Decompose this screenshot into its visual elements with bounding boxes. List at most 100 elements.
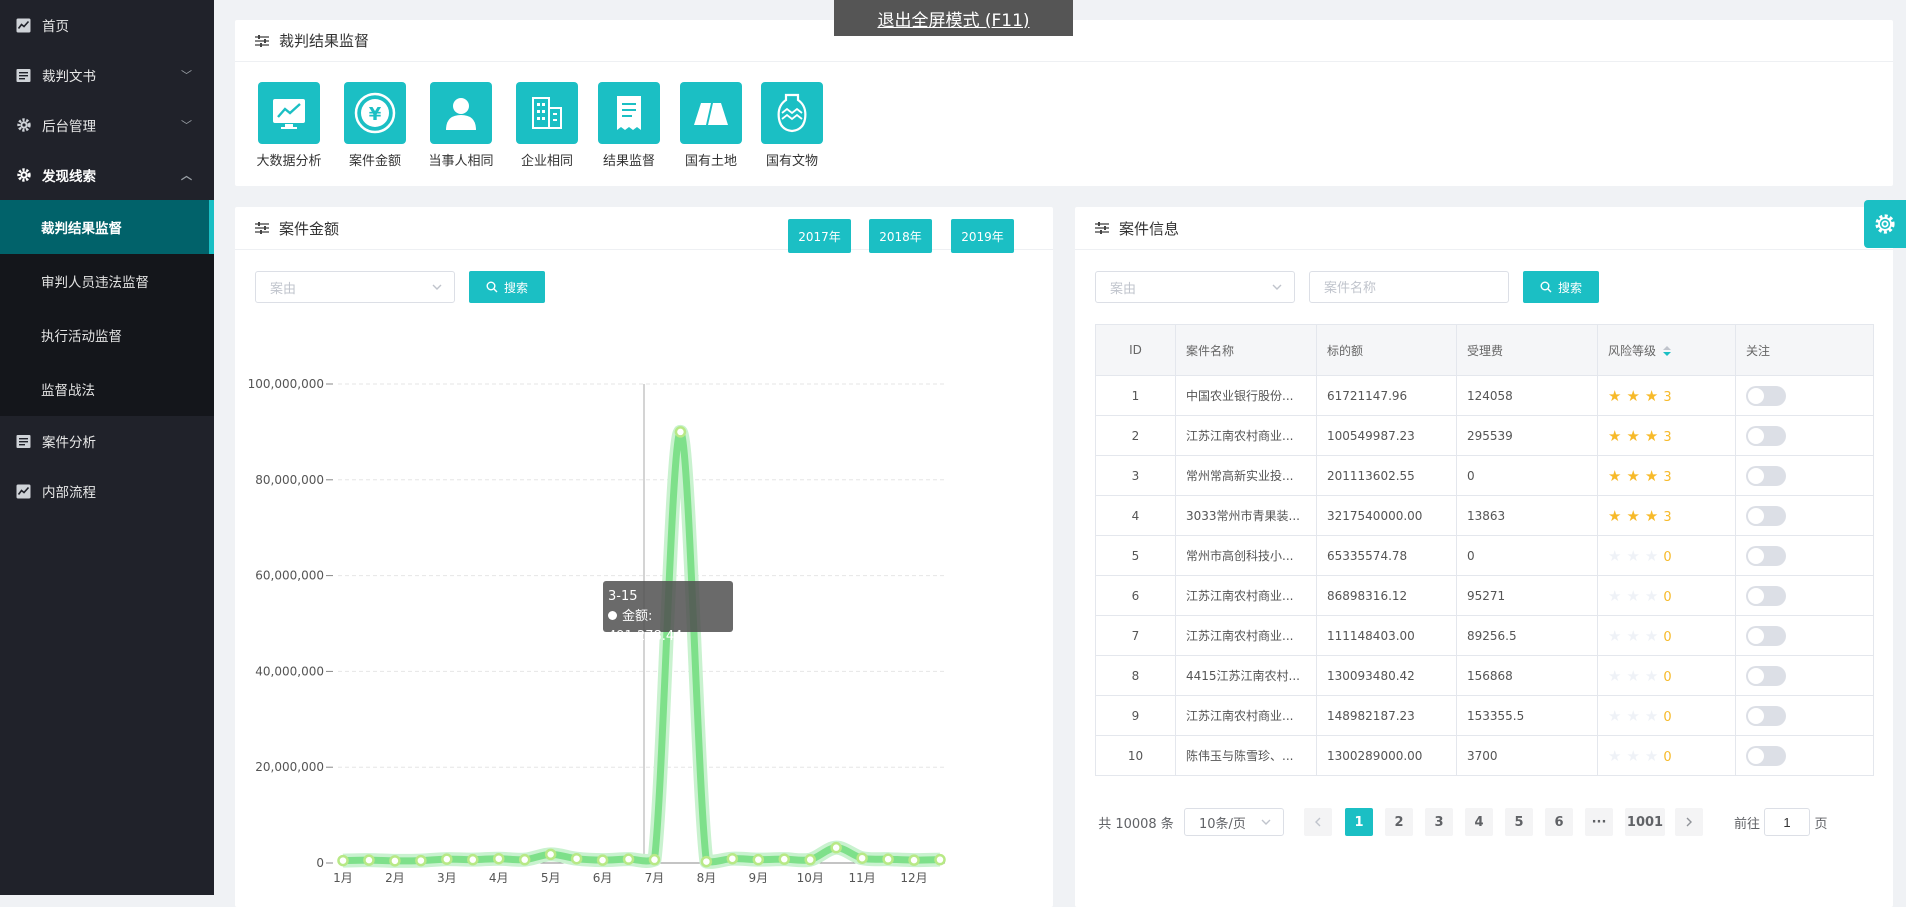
case-name-input[interactable] — [1309, 271, 1509, 303]
star-icon[interactable]: ★ — [1645, 427, 1658, 445]
follow-toggle[interactable] — [1746, 665, 1786, 686]
star-icon[interactable]: ★ — [1626, 467, 1639, 485]
page-button[interactable]: 6 — [1545, 808, 1573, 836]
year-button-2019[interactable]: 2019年 — [951, 219, 1014, 253]
table-row[interactable]: 2 江苏江南农村商业... 100549987.23 295539 ★ ★ ★ 3 — [1095, 415, 1874, 456]
star-icon[interactable]: ★ — [1645, 707, 1658, 725]
table-row[interactable]: 8 4415江苏江南农村... 130093480.42 156868 ★ ★ ★ 0 — [1095, 655, 1874, 696]
tile-state-relics[interactable]: 国有文物 — [752, 82, 832, 169]
search-button[interactable]: 搜索 — [1523, 271, 1599, 303]
follow-toggle[interactable] — [1746, 505, 1786, 526]
star-icon[interactable]: ★ — [1626, 507, 1639, 525]
cause-select[interactable]: 案由 — [1095, 271, 1295, 303]
follow-toggle[interactable] — [1746, 625, 1786, 646]
page-button[interactable]: 4 — [1465, 808, 1493, 836]
sidebar-item-home[interactable]: 首页 — [0, 0, 214, 50]
table-row[interactable]: 1 中国农业银行股份... 61721147.96 124058 ★ ★ ★ 3 — [1095, 375, 1874, 416]
year-button-2017[interactable]: 2017年 — [788, 219, 851, 253]
sidebar-item-clues[interactable]: 发现线索 ︿ — [0, 150, 214, 200]
follow-toggle[interactable] — [1746, 385, 1786, 406]
sidebar-item-documents[interactable]: 裁判文书 ﹀ — [0, 50, 214, 100]
tile-case-amount[interactable]: ¥ 案件金额 — [335, 82, 415, 169]
page-size-select[interactable]: 10条/页 — [1184, 808, 1284, 836]
cell-amount: 100549987.23 — [1316, 415, 1457, 456]
page-ellipsis[interactable]: ··· — [1585, 808, 1613, 836]
star-icon[interactable]: ★ — [1645, 747, 1658, 765]
star-icon[interactable]: ★ — [1608, 667, 1621, 685]
star-icon[interactable]: ★ — [1608, 427, 1621, 445]
star-icon[interactable]: ★ — [1608, 467, 1621, 485]
risk-level-value: 3 — [1663, 429, 1672, 445]
star-icon[interactable]: ★ — [1608, 707, 1621, 725]
table-row[interactable]: 10 陈伟玉与陈雪珍、... 1300289000.00 3700 ★ ★ ★ 0 — [1095, 735, 1874, 776]
star-icon[interactable]: ★ — [1608, 587, 1621, 605]
sidebar-item-case-analysis[interactable]: 案件分析 — [0, 416, 214, 466]
year-button-2018[interactable]: 2018年 — [869, 219, 932, 253]
star-icon[interactable]: ★ — [1626, 547, 1639, 565]
cause-select[interactable]: 案由 — [255, 271, 455, 303]
star-icon[interactable]: ★ — [1626, 427, 1639, 445]
table-row[interactable]: 3 常州常高新实业投... 201113602.55 0 ★ ★ ★ 3 — [1095, 455, 1874, 496]
tile-big-data[interactable]: 大数据分析 — [249, 82, 329, 169]
star-icon[interactable]: ★ — [1626, 747, 1639, 765]
page-button[interactable]: 1 — [1345, 808, 1373, 836]
column-header-risk[interactable]: 风险等级 — [1597, 324, 1736, 376]
star-icon[interactable]: ★ — [1608, 627, 1621, 645]
star-icon[interactable]: ★ — [1645, 587, 1658, 605]
sidebar-item-judge-violation[interactable]: 审判人员违法监督 — [0, 254, 214, 308]
star-icon[interactable]: ★ — [1645, 547, 1658, 565]
tile-same-company[interactable]: 企业相同 — [507, 82, 587, 169]
follow-toggle[interactable] — [1746, 465, 1786, 486]
tile-result-supervision[interactable]: 结果监督 — [589, 82, 669, 169]
follow-toggle[interactable] — [1746, 425, 1786, 446]
star-icon[interactable]: ★ — [1626, 387, 1639, 405]
table-row[interactable]: 6 江苏江南农村商业... 86898316.12 95271 ★ ★ ★ 0 — [1095, 575, 1874, 616]
page-button[interactable]: 5 — [1505, 808, 1533, 836]
sidebar-item-admin[interactable]: 后台管理 ﹀ — [0, 100, 214, 150]
next-page-button[interactable] — [1675, 808, 1703, 836]
sort-icon[interactable] — [1662, 344, 1672, 358]
cell-fee: 156868 — [1456, 655, 1598, 696]
settings-float-button[interactable] — [1864, 200, 1906, 248]
prev-page-button[interactable] — [1304, 808, 1332, 836]
cell-name: 陈伟玉与陈雪珍、... — [1175, 735, 1317, 776]
page-button[interactable]: 3 — [1425, 808, 1453, 836]
star-icon[interactable]: ★ — [1645, 467, 1658, 485]
sidebar-item-execution-supervision[interactable]: 执行活动监督 — [0, 308, 214, 362]
follow-toggle[interactable] — [1746, 745, 1786, 766]
star-icon[interactable]: ★ — [1626, 627, 1639, 645]
star-icon[interactable]: ★ — [1645, 667, 1658, 685]
risk-level-value: 3 — [1663, 389, 1672, 405]
exit-fullscreen-banner[interactable]: 退出全屏模式 (F11) — [834, 0, 1073, 36]
table-row[interactable]: 5 常州市高创科技小... 65335574.78 0 ★ ★ ★ 0 — [1095, 535, 1874, 576]
sidebar-item-judgment-supervision[interactable]: 裁判结果监督 — [0, 200, 214, 254]
page-button[interactable]: 2 — [1385, 808, 1413, 836]
sidebar-item-internal-process[interactable]: 内部流程 — [0, 466, 214, 516]
star-icon[interactable]: ★ — [1608, 387, 1621, 405]
goto-page-input[interactable] — [1764, 808, 1810, 836]
cell-amount: 65335574.78 — [1316, 535, 1457, 576]
table-row[interactable]: 4 3033常州市青果装... 3217540000.00 13863 ★ ★ ★ 3 — [1095, 495, 1874, 536]
sidebar-item-tactics[interactable]: 监督战法 — [0, 362, 214, 416]
table-row[interactable]: 9 江苏江南农村商业... 148982187.23 153355.5 ★ ★ ★ 0 — [1095, 695, 1874, 736]
search-button[interactable]: 搜索 — [469, 271, 545, 303]
tile-same-party[interactable]: 当事人相同 — [421, 82, 501, 169]
star-icon[interactable]: ★ — [1645, 507, 1658, 525]
table-row[interactable]: 7 江苏江南农村商业... 111148403.00 89256.5 ★ ★ ★ 0 — [1095, 615, 1874, 656]
page-button[interactable]: 1001 — [1625, 808, 1665, 836]
follow-toggle[interactable] — [1746, 545, 1786, 566]
star-icon[interactable]: ★ — [1608, 747, 1621, 765]
follow-toggle[interactable] — [1746, 585, 1786, 606]
star-icon[interactable]: ★ — [1626, 707, 1639, 725]
tooltip-date: 3-15 — [608, 589, 638, 604]
star-icon[interactable]: ★ — [1626, 587, 1639, 605]
search-icon — [1540, 281, 1552, 293]
star-icon[interactable]: ★ — [1645, 387, 1658, 405]
star-icon[interactable]: ★ — [1608, 547, 1621, 565]
star-icon[interactable]: ★ — [1645, 627, 1658, 645]
cell-risk: ★ ★ ★ 0 — [1597, 615, 1736, 656]
follow-toggle[interactable] — [1746, 705, 1786, 726]
star-icon[interactable]: ★ — [1608, 507, 1621, 525]
tile-state-land[interactable]: 国有土地 — [671, 82, 751, 169]
star-icon[interactable]: ★ — [1626, 667, 1639, 685]
